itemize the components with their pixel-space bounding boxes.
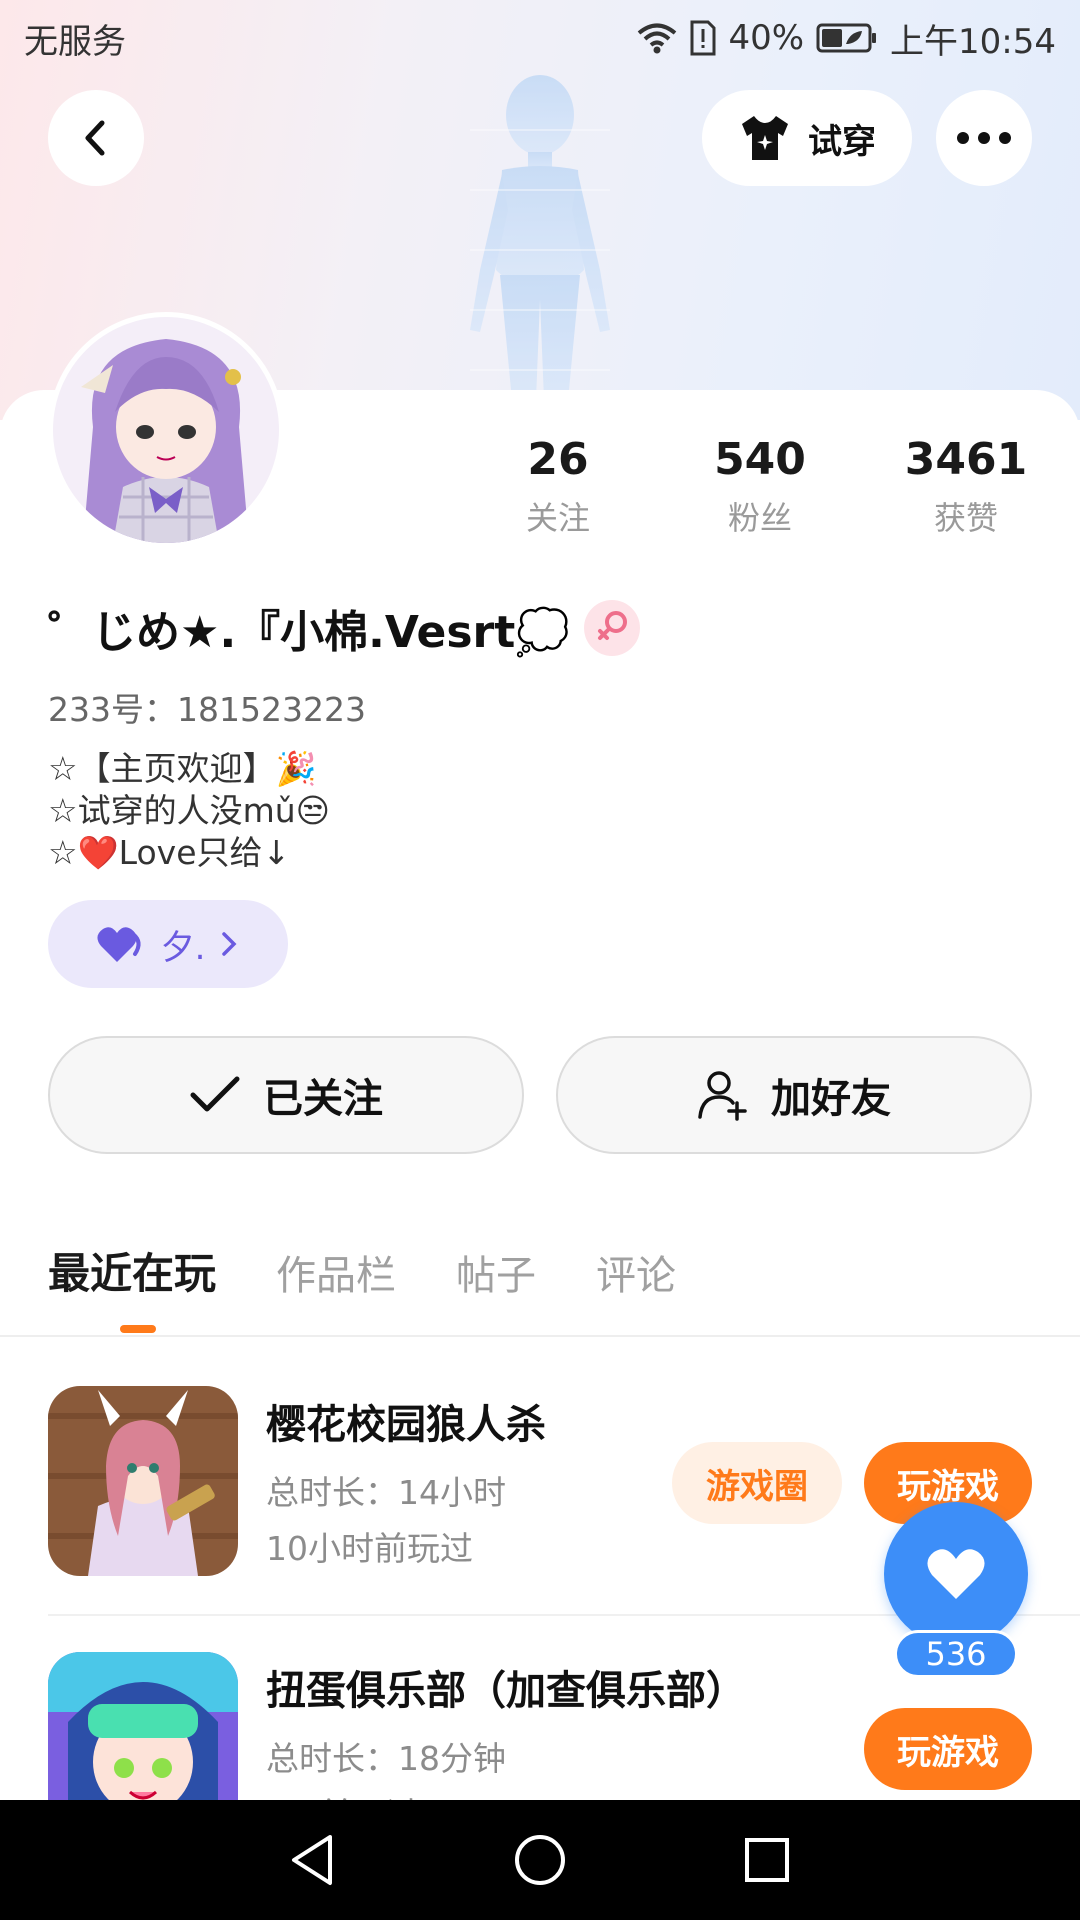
play-game-button[interactable]: 玩游戏 bbox=[864, 1708, 1032, 1790]
user-bio: ☆【主页欢迎】🎉 ☆试穿的人没mǔ😒 ☆❤️Love只给↓ bbox=[48, 748, 330, 874]
battery-percent: 40% bbox=[728, 18, 805, 58]
chevron-right-icon bbox=[222, 932, 237, 956]
system-navigation-bar bbox=[0, 1800, 1080, 1920]
bio-line: ☆❤️Love只给↓ bbox=[48, 833, 291, 872]
bio-line: ☆试穿的人没mǔ😒 bbox=[48, 791, 331, 830]
tab-works[interactable]: 作品栏 bbox=[276, 1243, 396, 1301]
carrier-text: 无服务 bbox=[24, 21, 126, 62]
nav-recents-button[interactable] bbox=[727, 1820, 807, 1900]
add-user-icon bbox=[698, 1071, 747, 1121]
relationship-tag[interactable]: 夕. bbox=[48, 900, 288, 988]
add-friend-button[interactable]: 加好友 bbox=[556, 1036, 1032, 1154]
following-button[interactable]: 已关注 bbox=[48, 1036, 524, 1154]
game-total-duration: 总时长：14小时 bbox=[266, 1473, 506, 1512]
clock-text: 上午10:54 bbox=[890, 21, 1056, 62]
stat-fans[interactable]: 540 粉丝 bbox=[670, 432, 850, 540]
user-id-text: 233号：181523223 bbox=[48, 690, 366, 729]
like-floating-button[interactable] bbox=[884, 1502, 1028, 1646]
game-last-played: 10小时前玩过 bbox=[266, 1529, 473, 1568]
chevron-left-icon bbox=[85, 120, 105, 156]
active-tab-indicator bbox=[120, 1325, 156, 1333]
square-recents-icon bbox=[744, 1838, 789, 1882]
nav-home-button[interactable] bbox=[500, 1820, 580, 1900]
battery-icon bbox=[816, 23, 877, 53]
stat-value: 540 bbox=[714, 434, 806, 485]
game-title: 扭蛋俱乐部（加查俱乐部） bbox=[266, 1668, 746, 1714]
female-gender-icon bbox=[584, 600, 641, 656]
user-nickname: ゜じめ★.『小棉.Vesrt💭 bbox=[48, 607, 571, 658]
stat-label: 关注 bbox=[525, 499, 590, 537]
stat-label: 获赞 bbox=[933, 499, 998, 537]
like-count-badge: 536 bbox=[894, 1630, 1018, 1678]
tab-recent-play[interactable]: 最近在玩 bbox=[48, 1240, 216, 1301]
try-on-button[interactable]: 试穿 bbox=[702, 90, 912, 186]
add-friend-label: 加好友 bbox=[771, 1076, 891, 1122]
tshirt-icon bbox=[742, 116, 788, 160]
game-circle-button[interactable]: 游戏圈 bbox=[672, 1442, 842, 1524]
checkmark-icon bbox=[190, 1076, 240, 1112]
try-on-label: 试穿 bbox=[808, 121, 876, 162]
game-title: 樱花校园狼人杀 bbox=[266, 1402, 546, 1448]
stat-value: 26 bbox=[527, 434, 589, 485]
triangle-back-icon bbox=[292, 1835, 333, 1885]
game-icon-image bbox=[48, 1386, 238, 1576]
stat-label: 粉丝 bbox=[727, 499, 792, 537]
tab-comments[interactable]: 评论 bbox=[596, 1243, 676, 1301]
more-options-button[interactable] bbox=[936, 90, 1032, 186]
more-dots-icon bbox=[957, 132, 1011, 144]
profile-tabs: 最近在玩 作品栏 帖子 评论 bbox=[48, 1240, 676, 1301]
following-label: 已关注 bbox=[263, 1076, 383, 1122]
sim-alert-icon bbox=[690, 20, 716, 56]
avatar-3d-silhouette bbox=[470, 75, 610, 400]
circle-home-icon bbox=[514, 1835, 565, 1885]
status-bar: 无服务 40% 上午10:54 bbox=[0, 0, 1080, 76]
relationship-tag-label: 夕. bbox=[160, 927, 206, 968]
stat-likes[interactable]: 3461 获赞 bbox=[876, 432, 1056, 540]
user-nickname-row: ゜じめ★.『小棉.Vesrt💭 bbox=[48, 596, 641, 660]
stat-value: 3461 bbox=[904, 434, 1028, 485]
tab-posts[interactable]: 帖子 bbox=[456, 1243, 536, 1301]
user-avatar[interactable] bbox=[48, 312, 284, 548]
heart-icon bbox=[97, 927, 141, 962]
back-button[interactable] bbox=[48, 90, 144, 186]
tabs-divider bbox=[0, 1335, 1080, 1337]
anime-avatar-image bbox=[53, 317, 279, 543]
game-total-duration: 总时长：18分钟 bbox=[266, 1739, 506, 1778]
bio-line: ☆【主页欢迎】🎉 bbox=[48, 749, 317, 788]
stat-following[interactable]: 26 关注 bbox=[468, 432, 648, 540]
nav-back-button[interactable] bbox=[273, 1820, 353, 1900]
wifi-icon bbox=[638, 23, 677, 54]
heart-icon bbox=[927, 1549, 985, 1599]
